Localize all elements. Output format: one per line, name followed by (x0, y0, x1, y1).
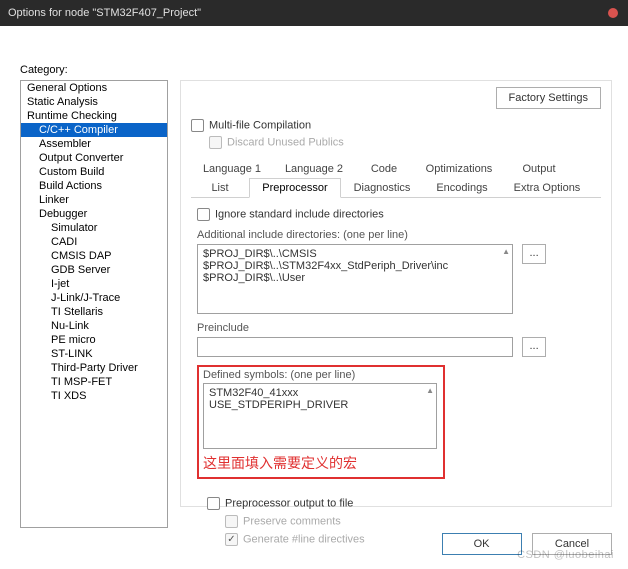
discard-label: Discard Unused Publics (227, 136, 344, 148)
discard-row: Discard Unused Publics (209, 136, 601, 149)
sidebar-item[interactable]: TI Stellaris (21, 305, 167, 319)
browse-preinclude-button[interactable]: ... (522, 337, 546, 357)
sidebar-item[interactable]: Assembler (21, 137, 167, 151)
window-title: Options for node "STM32F407_Project" (8, 7, 201, 19)
close-icon[interactable] (608, 8, 618, 18)
sidebar-item[interactable]: Build Actions (21, 179, 167, 193)
annotation-text: 这里面填入需要定义的宏 (203, 453, 439, 473)
preinclude-input[interactable] (197, 337, 513, 357)
tab[interactable]: Optimizations (413, 159, 505, 179)
defined-symbols-label: Defined symbols: (one per line) (203, 369, 439, 381)
scroll-up-icon[interactable]: ▲ (426, 386, 434, 395)
preserve-checkbox (225, 515, 238, 528)
options-panel: Factory Settings Multi-file Compilation … (180, 80, 612, 507)
defined-symbols-group: Defined symbols: (one per line) ▲STM32F4… (197, 365, 445, 479)
pp-output-checkbox[interactable] (207, 497, 220, 510)
title-bar: Options for node "STM32F407_Project" (0, 0, 628, 26)
genline-checkbox (225, 533, 238, 546)
sidebar-item[interactable]: Third-Party Driver (21, 361, 167, 375)
sidebar-item[interactable]: ST-LINK (21, 347, 167, 361)
ignore-checkbox[interactable] (197, 208, 210, 221)
tab[interactable]: Code (355, 159, 413, 179)
sidebar-item[interactable]: CADI (21, 235, 167, 249)
ignore-row: Ignore standard include directories (197, 208, 595, 221)
sidebar-item[interactable]: CMSIS DAP (21, 249, 167, 263)
tab-strip: Language 1Language 2CodeOptimizationsOut… (191, 159, 601, 198)
pp-output-options: Preprocessor output to file Preserve com… (207, 497, 365, 551)
multifile-checkbox[interactable] (191, 119, 204, 132)
list-item[interactable]: $PROJ_DIR$\..\CMSIS (203, 248, 507, 260)
sidebar-item[interactable]: TI XDS (21, 389, 167, 403)
tab[interactable]: Preprocessor (249, 178, 341, 198)
multifile-label: Multi-file Compilation (209, 119, 311, 131)
category-label: Category: (20, 64, 68, 76)
sidebar-item[interactable]: General Options (21, 81, 167, 95)
tab[interactable]: Encodings (423, 178, 501, 198)
tab[interactable]: Extra Options (501, 178, 593, 198)
tab[interactable]: Output (505, 159, 573, 179)
sidebar-item[interactable]: I-jet (21, 277, 167, 291)
multifile-row: Multi-file Compilation (191, 119, 601, 132)
sidebar-item[interactable]: Debugger (21, 207, 167, 221)
include-dirs-label: Additional include directories: (one per… (197, 229, 595, 241)
ok-button[interactable]: OK (442, 533, 522, 555)
tab[interactable]: Language 2 (273, 159, 355, 179)
sidebar-item[interactable]: PE micro (21, 333, 167, 347)
factory-settings-button[interactable]: Factory Settings (496, 87, 601, 109)
tab[interactable]: Diagnostics (341, 178, 423, 198)
preprocessor-panel: Ignore standard include directories Addi… (191, 198, 601, 557)
tab[interactable]: List (191, 178, 249, 198)
sidebar-item[interactable]: Runtime Checking (21, 109, 167, 123)
sidebar-item[interactable]: Static Analysis (21, 95, 167, 109)
list-item[interactable]: $PROJ_DIR$\..\STM32F4xx_StdPeriph_Driver… (203, 260, 507, 272)
pp-output-label: Preprocessor output to file (225, 497, 353, 509)
preinclude-label: Preinclude (197, 322, 595, 334)
ignore-label: Ignore standard include directories (215, 208, 384, 220)
list-item[interactable]: $PROJ_DIR$\..\User (203, 272, 507, 284)
preserve-label: Preserve comments (243, 515, 341, 527)
include-dirs-input[interactable]: ▲$PROJ_DIR$\..\CMSIS$PROJ_DIR$\..\STM32F… (197, 244, 513, 314)
genline-label: Generate #line directives (243, 533, 365, 545)
defined-symbols-input[interactable]: ▲STM32F40_41xxxUSE_STDPERIPH_DRIVER (203, 383, 437, 449)
sidebar-item[interactable]: Linker (21, 193, 167, 207)
category-list[interactable]: General OptionsStatic AnalysisRuntime Ch… (20, 80, 168, 528)
sidebar-item[interactable]: Nu-Link (21, 319, 167, 333)
sidebar-item[interactable]: TI MSP-FET (21, 375, 167, 389)
sidebar-item[interactable]: C/C++ Compiler (21, 123, 167, 137)
sidebar-item[interactable]: Simulator (21, 221, 167, 235)
sidebar-item[interactable]: Output Converter (21, 151, 167, 165)
discard-checkbox (209, 136, 222, 149)
scroll-up-icon[interactable]: ▲ (502, 247, 510, 256)
list-item[interactable]: STM32F40_41xxx (209, 387, 431, 399)
sidebar-item[interactable]: J-Link/J-Trace (21, 291, 167, 305)
sidebar-item[interactable]: GDB Server (21, 263, 167, 277)
sidebar-item[interactable]: Custom Build (21, 165, 167, 179)
list-item[interactable]: USE_STDPERIPH_DRIVER (209, 399, 431, 411)
browse-include-button[interactable]: ... (522, 244, 546, 264)
tab[interactable]: Language 1 (191, 159, 273, 179)
dialog-content: Category: General OptionsStatic Analysis… (0, 26, 628, 569)
watermark-text: CSDN @luobeihai (517, 549, 614, 561)
